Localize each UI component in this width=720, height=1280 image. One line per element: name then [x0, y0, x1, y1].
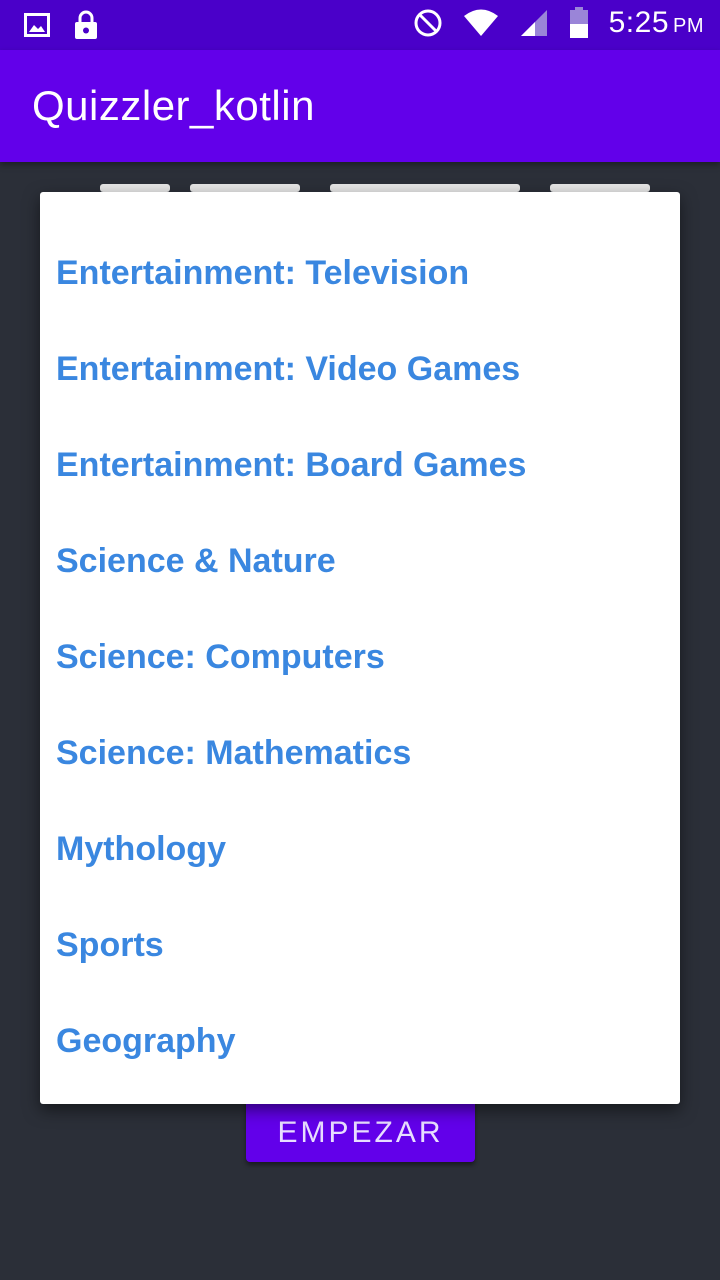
category-list: Entertainment: Television Entertainment:… [40, 228, 680, 1092]
lock-icon [74, 10, 98, 40]
wifi-icon [463, 9, 499, 37]
category-dropdown-menu: Entertainment: Television Entertainment:… [40, 192, 680, 1104]
category-option[interactable]: Sports [40, 900, 680, 996]
category-option[interactable]: Science: Computers [40, 612, 680, 708]
category-option[interactable]: Mythology [40, 804, 680, 900]
app-bar: Quizzler_kotlin [0, 50, 720, 162]
image-icon [24, 13, 50, 37]
battery-icon [569, 7, 589, 39]
obscured-background-text [60, 178, 680, 192]
category-option[interactable]: Science: Mathematics [40, 708, 680, 804]
category-option[interactable]: Entertainment: Board Games [40, 420, 680, 516]
category-option[interactable]: Entertainment: Television [40, 228, 680, 324]
clock-meridiem: PM [673, 15, 704, 37]
status-bar: 5:25 PM [0, 0, 720, 50]
category-option[interactable]: Entertainment: Video Games [40, 324, 680, 420]
clock-time: 5:25 [608, 6, 669, 39]
start-button[interactable]: EMPEZAR [246, 1094, 475, 1162]
category-option[interactable]: Science & Nature [40, 516, 680, 612]
signal-icon [519, 8, 549, 38]
category-option[interactable]: Geography [40, 996, 680, 1092]
app-title: Quizzler_kotlin [32, 82, 315, 129]
do-not-disturb-icon [413, 8, 443, 38]
clock: 5:25 PM [609, 6, 704, 40]
